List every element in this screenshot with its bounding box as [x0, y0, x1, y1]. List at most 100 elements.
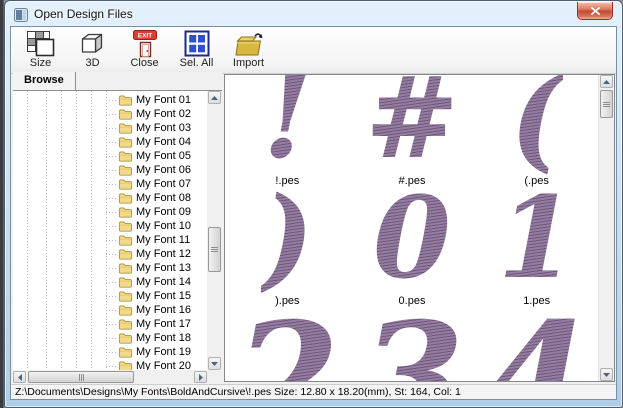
tree-items: My Font 01 My Font 02: [13, 93, 207, 370]
tree-item-label: My Font 03: [136, 122, 191, 134]
tree-item-folder[interactable]: My Font 18: [13, 331, 207, 345]
tab-browse[interactable]: Browse: [13, 72, 76, 90]
scroll-left-button[interactable]: [13, 371, 26, 383]
tree-item-folder[interactable]: My Font 17: [13, 317, 207, 331]
size-button-label: Size: [30, 58, 51, 69]
import-button-label: Import: [233, 58, 264, 69]
scroll-down-icon: [211, 362, 218, 366]
embroidery-glyph-box: #: [350, 75, 475, 175]
embroidery-glyph: 0: [373, 183, 451, 295]
tree-item-folder[interactable]: My Font 07: [13, 177, 207, 191]
exit-badge-text: EXIT: [137, 33, 151, 40]
embroidery-glyph-box: !: [225, 75, 350, 175]
client-area: Size 3D EXIT: [10, 26, 617, 400]
tree-scrollbar-thumb[interactable]: [208, 227, 221, 272]
scroll-up-icon: [211, 96, 218, 100]
embroidery-glyph: 1: [498, 183, 576, 295]
title-bar[interactable]: Open Design Files: [6, 2, 621, 26]
tree-item-label: My Font 05: [136, 150, 191, 162]
embroidery-glyph-box: 2: [225, 307, 350, 381]
tree-item-label: My Font 11: [136, 234, 190, 246]
scroll-up-button[interactable]: [208, 91, 221, 104]
preview-scrollbar-thumb[interactable]: [600, 90, 613, 118]
tree-elbow-connector: [106, 240, 118, 241]
exit-door-icon: EXIT: [130, 30, 160, 58]
tree-elbow-connector: [106, 198, 118, 199]
tree-item-folder[interactable]: My Font 15: [13, 289, 207, 303]
size-button[interactable]: Size: [17, 29, 64, 72]
select-all-button[interactable]: Sel. All: [173, 29, 220, 72]
folder-icon: [119, 333, 132, 344]
3d-button-label: 3D: [85, 58, 99, 69]
embroidery-glyph: ): [261, 183, 314, 295]
tree-item-folder[interactable]: My Font 20: [13, 359, 207, 370]
design-thumbnail[interactable]: ! !.pes: [225, 75, 350, 187]
tree-item-label: My Font 02: [136, 108, 191, 120]
design-thumbnail[interactable]: 3: [350, 307, 475, 381]
select-all-icon: [182, 30, 212, 58]
select-all-button-label: Sel. All: [180, 58, 214, 69]
folder-icon: [119, 165, 132, 176]
scrollbar-corner: [207, 370, 222, 384]
tree-hscrollbar-thumb[interactable]: [28, 371, 134, 383]
main-area: Browse: [11, 72, 616, 384]
browse-header: Browse: [13, 72, 222, 91]
tree-item-folder[interactable]: My Font 09: [13, 205, 207, 219]
embroidery-glyph-box: 3: [350, 307, 475, 381]
tree-item-folder[interactable]: My Font 04: [13, 135, 207, 149]
folder-icon: [119, 249, 132, 260]
tree-item-folder[interactable]: My Font 01: [13, 93, 207, 107]
import-button[interactable]: Import: [225, 29, 272, 72]
tree-item-folder[interactable]: My Font 16: [13, 303, 207, 317]
close-button[interactable]: [577, 2, 613, 20]
tree-elbow-connector: [106, 310, 118, 311]
scroll-down-button[interactable]: [600, 368, 613, 381]
tree-item-folder[interactable]: My Font 19: [13, 345, 207, 359]
scroll-down-button[interactable]: [208, 357, 221, 370]
embroidery-glyph: (: [510, 75, 563, 175]
tree-item-label: My Font 20: [136, 360, 191, 370]
design-thumbnail[interactable]: 0 0.pes: [350, 187, 475, 307]
tree-vertical-scrollbar[interactable]: [207, 91, 222, 370]
scroll-right-button[interactable]: [194, 371, 207, 383]
design-thumbnail[interactable]: ( (.pes: [474, 75, 599, 187]
tree-item-folder[interactable]: My Font 11: [13, 233, 207, 247]
close-view-button[interactable]: EXIT Close: [121, 29, 168, 72]
folder-icon: [119, 95, 132, 106]
design-thumbnail[interactable]: 1 1.pes: [474, 187, 599, 307]
tree-item-folder[interactable]: My Font 06: [13, 163, 207, 177]
tree-item-folder[interactable]: My Font 12: [13, 247, 207, 261]
tree-elbow-connector: [106, 114, 118, 115]
tree-elbow-connector: [106, 212, 118, 213]
tree-item-folder[interactable]: My Font 02: [13, 107, 207, 121]
tree-elbow-connector: [106, 268, 118, 269]
tree-item-label: My Font 07: [136, 178, 191, 190]
embroidery-glyph-box: 0: [350, 183, 475, 295]
tree-item-folder[interactable]: My Font 14: [13, 275, 207, 289]
design-thumbnail[interactable]: 2: [225, 307, 350, 381]
design-thumbnail[interactable]: 4: [474, 307, 599, 381]
folder-icon: [119, 193, 132, 204]
design-thumbnail[interactable]: ) ).pes: [225, 187, 350, 307]
close-view-button-label: Close: [130, 58, 158, 69]
folder-tree: My Font 01 My Font 02: [13, 91, 207, 370]
scroll-up-icon: [603, 80, 610, 84]
scroll-up-button[interactable]: [600, 75, 613, 88]
tree-horizontal-scrollbar[interactable]: [13, 370, 207, 384]
import-folder-icon: [234, 30, 264, 58]
cube-3d-icon: [78, 30, 108, 58]
tree-item-folder[interactable]: My Font 13: [13, 261, 207, 275]
design-thumbnail[interactable]: # #.pes: [350, 75, 475, 187]
tree-item-folder[interactable]: My Font 03: [13, 121, 207, 135]
tree-item-folder[interactable]: My Font 05: [13, 149, 207, 163]
embroidery-glyph: 3: [360, 307, 464, 381]
tree-item-label: My Font 18: [136, 332, 191, 344]
tree-item-folder[interactable]: My Font 10: [13, 219, 207, 233]
size-icon: [26, 30, 56, 58]
tree-item-folder[interactable]: My Font 08: [13, 191, 207, 205]
close-icon: [591, 7, 600, 15]
tree-elbow-connector: [106, 366, 118, 367]
3d-button[interactable]: 3D: [69, 29, 116, 72]
preview-vertical-scrollbar[interactable]: [598, 75, 614, 381]
embroidery-glyph-box: ): [225, 183, 350, 295]
